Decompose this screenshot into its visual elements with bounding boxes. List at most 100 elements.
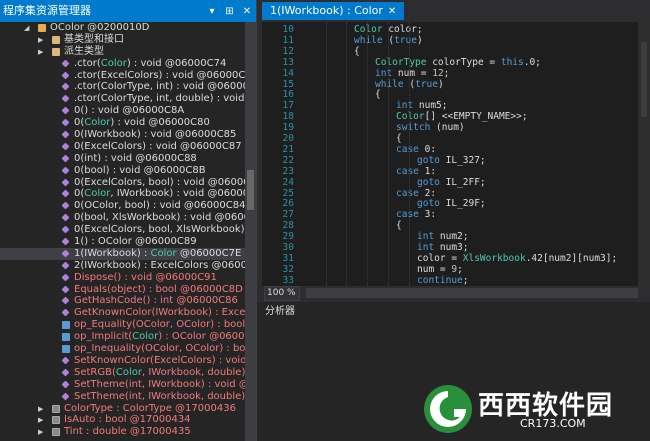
code-token: case [396, 165, 419, 177]
expand-arrow-icon[interactable]: ▶ [38, 34, 43, 46]
label-segment: 1() : OColor @06000C89 [74, 236, 197, 248]
tree-item[interactable]: ▶ IsAuto : bool @17000434 [0, 414, 245, 426]
watermark: 西西软件园 CR173.COM [420, 381, 642, 437]
tree-item[interactable]: SetKnownColor(ExcelColors) : void @060 [0, 355, 245, 367]
label-segment: Color [150, 247, 177, 259]
tree-item-label: 0(IWorkbook) : void @06000C85 [74, 129, 236, 141]
pin-icon[interactable]: ⊞ [224, 1, 236, 23]
panel-title-bar: 程序集资源管理器 ▾ ⊞ ✕ [0, 0, 256, 22]
tree-item[interactable]: 0(OColor, bool) : void @06000C84 [0, 200, 245, 212]
indent-guide [388, 22, 390, 286]
tree-item[interactable]: ▶ ColorType : ColorType @17000436 [0, 403, 245, 415]
label-segment: 0() : void @06000C8A [74, 105, 185, 117]
tree-scrollbar-thumb[interactable] [247, 170, 254, 210]
tree-item[interactable]: SetTheme(int, IWorkbook) : void @0600 [0, 379, 245, 391]
tree-item[interactable]: GetKnownColor(IWorkbook) : ExcelColors [0, 307, 245, 319]
label-segment: .ctor(ExcelColors) : void @06000C75 [74, 69, 245, 81]
tab-active[interactable]: 1(IWorkbook) : Color ✕ [262, 2, 405, 20]
tree-item[interactable]: .ctor(ColorType, int) : void @06000C76 [0, 81, 245, 93]
watermark-url: CR173.COM [520, 417, 586, 430]
editor-scrollbar-thumb[interactable] [641, 42, 647, 117]
tree-item[interactable]: 0() : void @06000C8A [0, 105, 245, 117]
label-segment: Tint : double @17000435 [64, 426, 191, 438]
line-number: 18 [282, 111, 294, 123]
code-token: num = [417, 263, 452, 275]
tree-item[interactable]: op_Implicit(Color) : OColor @06000C81 [0, 331, 245, 343]
tree-item[interactable]: 1() : OColor @06000C89 [0, 236, 245, 248]
tree-item[interactable]: .ctor(ColorType, int, double) : void @06… [0, 93, 245, 105]
tree-item-label: Dispose() : void @06000C91 [74, 272, 217, 284]
tab-close-icon[interactable]: ✕ [388, 6, 396, 17]
tree-item[interactable]: ▶ 派生类型 [0, 46, 245, 58]
label-segment: SetKnownColor(ExcelColors) : void @060 [74, 354, 245, 366]
tree-item[interactable]: 0(ExcelColors) : void @06000C87 [0, 141, 245, 153]
collapse-arrow-icon[interactable]: ◢ [24, 22, 29, 34]
operator-icon [62, 333, 70, 342]
tree-item[interactable]: SetRGB(Color, IWorkbook, double) : void [0, 367, 245, 379]
tree-item[interactable]: Equals(object) : bool @06000C8D [0, 284, 245, 296]
line-number: 21 [282, 143, 294, 155]
tree-item[interactable]: 0(Color) : void @06000C80 [0, 117, 245, 129]
tree-item[interactable]: GetHashCode() : int @06000C86 [0, 295, 245, 307]
tree-item[interactable]: 0(bool, XlsWorkbook) : void @06000C80 [0, 212, 245, 224]
tree-item-label: 0(ExcelColors, bool) : void @06000C7C [74, 177, 245, 189]
tree-item[interactable]: 0(Color, IWorkbook) : void @06000C7F [0, 188, 245, 200]
tree-item[interactable]: op_Inequality(OColor, OColor) : bool @0 [0, 343, 245, 355]
code-line: Color[] <<EMPTY_NAME>>; [396, 111, 528, 122]
code-editor[interactable]: 10 11 12 13 14 15 16 17 18 19 20 21 22 23 24 25 26 27 28 29… [262, 22, 638, 286]
tree-item-label: 0(ExcelColors) : void @06000C87 [74, 141, 242, 153]
code-line: { [354, 46, 360, 57]
tree-item[interactable]: 0(ExcelColors, bool) : void @06000C7C [0, 177, 245, 189]
label-segment: , IWorkbook) : void @06000C7F [110, 188, 245, 200]
dropdown-icon[interactable]: ▾ [206, 1, 218, 23]
tree-item-label: .ctor(ColorType, int) : void @06000C76 [74, 81, 245, 93]
zoom-select[interactable]: 100 % [264, 286, 300, 301]
line-number-gutter: 10 11 12 13 14 15 16 17 18 19 20 21 22 23 24 25 26 27 28 29… [262, 22, 322, 286]
editor-vertical-scrollbar[interactable] [638, 22, 650, 286]
method-icon [61, 178, 70, 187]
tree-item[interactable]: Dispose() : void @06000C91 [0, 272, 245, 284]
tree-item[interactable]: ▶ 基类型和接口 [0, 34, 245, 46]
label-segment: .ctor( [74, 57, 101, 69]
method-icon [61, 261, 70, 270]
code-token: true [394, 34, 417, 46]
tree-scrollbar[interactable] [245, 22, 256, 441]
editor-horizontal-scrollbar[interactable] [306, 288, 638, 298]
label-segment: 0(IWorkbook) : void @06000C85 [74, 129, 237, 141]
method-icon [61, 142, 70, 151]
code-token: num5; [413, 100, 448, 112]
tree-item-label: SetRGB(Color, IWorkbook, double) : void [74, 367, 245, 379]
code-line: case 3: [396, 209, 436, 220]
member-tree: ◢ OColor @0200010D ▶ 基类型和接口 ▶ 派生类型 .ctor(Color… [0, 22, 245, 441]
label-segment: 0(bool) : void @06000C8B [74, 164, 206, 176]
expand-arrow-icon[interactable]: ▶ [38, 414, 43, 426]
tree-item[interactable]: 2(IWorkbook) : ExcelColors @06000C79 [0, 260, 245, 272]
expand-arrow-icon[interactable]: ▶ [38, 46, 43, 58]
label-segment: 派生类型 [64, 45, 104, 57]
code-line: int num5; [396, 100, 448, 111]
tree-item[interactable]: 0(bool) : void @06000C8B [0, 165, 245, 177]
tree-item[interactable]: SetTheme(int, IWorkbook, double) : void [0, 391, 245, 403]
code-token: 3: [418, 209, 437, 221]
tree-item[interactable]: .ctor(ExcelColors) : void @06000C75 [0, 70, 245, 82]
tree-item[interactable]: 0(int) : void @06000C88 [0, 153, 245, 165]
tree-item[interactable]: op_Equality(OColor, OColor) : bool @060 [0, 319, 245, 331]
tree-item[interactable]: .ctor(Color) : void @06000C74 [0, 58, 245, 70]
indent-guide [409, 22, 411, 286]
tree-item[interactable]: ▶ Tint : double @17000435 [0, 426, 245, 438]
expand-arrow-icon[interactable]: ▶ [38, 426, 43, 438]
tree-item[interactable]: 1(IWorkbook) : Color @06000C7E [0, 247, 245, 260]
tree-item-label: SetKnownColor(ExcelColors) : void @060 [74, 355, 245, 367]
method-icon [61, 213, 70, 222]
tree-item[interactable]: 0(IWorkbook) : void @06000C85 [0, 129, 245, 141]
code-body[interactable]: Color color; while (true){ColorType color… [326, 22, 638, 286]
tree-item-label: 0(Color) : void @06000C80 [74, 117, 210, 129]
tree-item[interactable]: ◢ OColor @0200010D [0, 22, 245, 34]
tree-item[interactable]: 0(ExcelColors, bool, XlsWorkbook) : void [0, 224, 245, 236]
method-icon [61, 368, 70, 377]
code-token: continue [417, 274, 463, 286]
label-segment: 0(ExcelColors) : void @06000C87 [74, 140, 242, 152]
expand-arrow-icon[interactable]: ▶ [38, 403, 43, 415]
line-number: 30 [282, 242, 294, 253]
close-icon[interactable]: ✕ [241, 1, 253, 23]
